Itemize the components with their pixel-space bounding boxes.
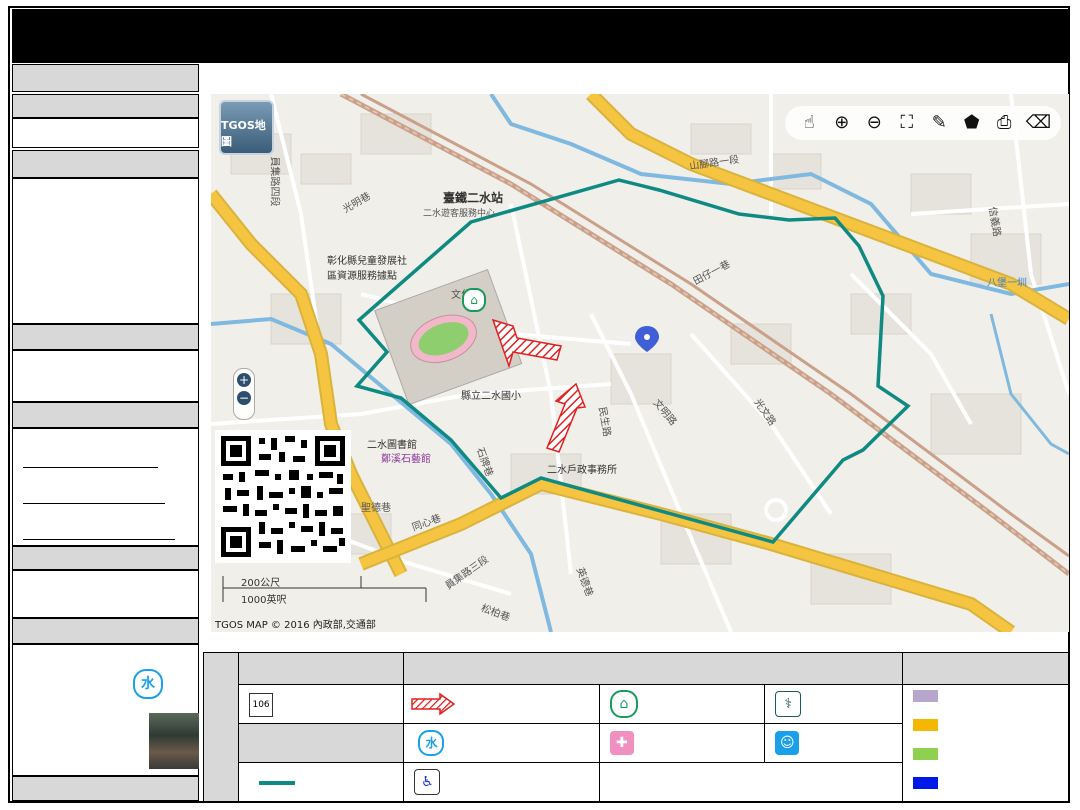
road-label-yuanji2: 員集路四段 xyxy=(268,156,280,207)
swatch-green xyxy=(912,747,938,760)
station-label: 臺鐵二水站 xyxy=(443,191,504,205)
legend-cell-shelter: ⌂ xyxy=(598,684,766,724)
scale-bar: 200公尺 1000英呎 xyxy=(221,574,431,606)
qr-code-graphic xyxy=(215,430,351,563)
sidebar-link-1[interactable] xyxy=(23,467,158,468)
scale-imperial: 1000英呎 xyxy=(241,595,287,606)
sidebar-header-6 xyxy=(12,546,199,570)
school-label: 縣立二水國小 xyxy=(461,391,521,402)
swatch-orange xyxy=(912,718,938,731)
aid-station-icon: ⚕ xyxy=(775,691,802,717)
sidebar-link-2[interactable] xyxy=(23,503,165,504)
sidebar-field-3 xyxy=(12,570,199,618)
medical-icon: ✚ xyxy=(609,731,634,755)
eraser-icon[interactable]: ⌫ xyxy=(1026,112,1051,134)
boundary-line-icon xyxy=(259,781,296,785)
route-badge-icon: 106 xyxy=(249,692,274,717)
swatch-purple xyxy=(912,689,938,702)
legend-header-1 xyxy=(238,652,405,685)
zoom-in-icon[interactable]: ⊕ xyxy=(831,112,853,134)
sidebar-header-5 xyxy=(12,402,199,428)
sidebar-header-3 xyxy=(12,150,199,178)
sidebar-field-2 xyxy=(12,350,199,402)
legend-cell-route: 106 xyxy=(238,684,405,724)
sidebar-link-list xyxy=(12,428,199,546)
legend-cell-aid: ⚕ xyxy=(764,684,903,724)
children-center-label: 彰化縣兒童發展社區資源服務據點 xyxy=(327,256,407,282)
library-label: 二水圖書館 xyxy=(367,440,417,451)
sidebar-text-block xyxy=(12,178,199,324)
sidebar-header-8 xyxy=(12,776,199,801)
shelter-icon: ⌂ xyxy=(609,690,638,718)
legend-cell-water: 水 xyxy=(403,723,600,763)
sidebar-header-2 xyxy=(12,94,199,118)
tgos-logo-text: TGOS地圖 xyxy=(221,119,266,148)
household-office-label: 二水戶政事務所 xyxy=(547,465,617,476)
legend-cell-baby: ☺ xyxy=(764,723,903,763)
legend-table: 106 ⌂ ⚕ 水 ✚ ☺ ♿ xyxy=(202,652,1070,802)
sidebar-header-7 xyxy=(12,618,199,644)
map-zoom-control: + − xyxy=(233,368,255,420)
print-icon[interactable]: ⎙ xyxy=(993,112,1015,134)
scale-metric: 200公尺 xyxy=(241,578,281,589)
legend-cell-boundary xyxy=(238,762,405,802)
tgos-logo[interactable]: TGOS地圖 xyxy=(219,100,274,155)
stone-museum-label: 鄭溪石藝館 xyxy=(381,454,431,465)
pan-hand-icon[interactable]: ☝ xyxy=(798,112,820,134)
draw-line-icon[interactable]: ✎ xyxy=(928,112,950,134)
sidebar-link-3[interactable] xyxy=(23,539,175,540)
canal-label: 八堡一圳 xyxy=(987,278,1027,289)
swatch-blue xyxy=(912,776,938,789)
zoom-out-icon[interactable]: ⊖ xyxy=(863,112,885,134)
sidebar-photo-block: 水 xyxy=(12,644,199,776)
water-point-icon: 水 xyxy=(418,730,445,756)
draw-polygon-icon[interactable]: ⬟ xyxy=(961,112,983,134)
wheelchair-icon: ♿ xyxy=(414,769,441,795)
sidebar-header-4 xyxy=(12,324,199,350)
map-copyright: TGOS MAP © 2016 內政部,交通部 xyxy=(215,620,376,631)
evacuation-shelter-icon: ⌂ xyxy=(462,288,486,312)
full-extent-icon[interactable]: ⛶ xyxy=(896,112,918,134)
legend-header-2 xyxy=(403,652,903,685)
water-icon: 水 xyxy=(133,669,163,699)
map-view[interactable]: TGOS地圖 ☝ ⊕ ⊖ ⛶ ✎ ⬟ ⎙ ⌫ + − 臺鐵二水站 二水遊客服務中… xyxy=(211,94,1069,632)
legend-subheader xyxy=(238,723,405,763)
map-zoom-out-button[interactable]: − xyxy=(237,391,251,405)
legend-side-header xyxy=(202,652,240,802)
legend-cell-swatches xyxy=(901,684,1070,802)
evacuation-arrow-icon xyxy=(411,692,456,716)
legend-cell-medical: ✚ xyxy=(598,723,766,763)
map-zoom-in-button[interactable]: + xyxy=(237,373,251,387)
road-label-shengge: 聖德巷 xyxy=(361,503,391,514)
legend-cell-empty xyxy=(598,762,903,802)
page-title xyxy=(12,23,28,48)
title-bar xyxy=(12,9,1069,63)
sidebar-header-1 xyxy=(12,64,199,92)
legend-cell-accessible: ♿ xyxy=(403,762,600,802)
building-photo xyxy=(149,713,199,769)
legend-cell-arrow xyxy=(403,684,600,724)
station-sub-label: 二水遊客服務中心 xyxy=(423,209,496,219)
qr-code xyxy=(215,430,351,563)
legend-header-3 xyxy=(901,652,1070,685)
nursing-room-icon: ☺ xyxy=(775,731,800,755)
sidebar-field-1 xyxy=(12,118,199,148)
map-toolbar: ☝ ⊕ ⊖ ⛶ ✎ ⬟ ⎙ ⌫ xyxy=(785,106,1061,140)
